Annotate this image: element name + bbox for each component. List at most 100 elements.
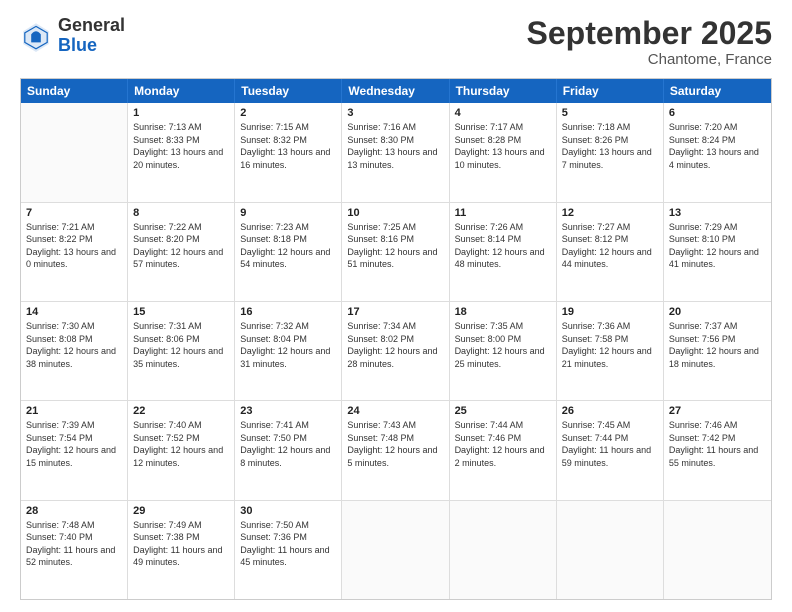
day-cell: 11 Sunrise: 7:26 AMSunset: 8:14 PMDayligh… xyxy=(450,203,557,301)
empty-cell xyxy=(21,103,128,201)
day-cell: 28 Sunrise: 7:48 AMSunset: 7:40 PMDayligh… xyxy=(21,501,128,599)
weekday-header: Saturday xyxy=(664,79,771,103)
day-number: 7 xyxy=(26,207,122,219)
day-cell: 3 Sunrise: 7:16 AMSunset: 8:30 PMDaylight… xyxy=(342,103,449,201)
day-cell: 8 Sunrise: 7:22 AMSunset: 8:20 PMDaylight… xyxy=(128,203,235,301)
day-number: 9 xyxy=(240,207,336,219)
day-number: 11 xyxy=(455,207,551,219)
day-number: 12 xyxy=(562,207,658,219)
day-number: 21 xyxy=(26,405,122,417)
day-cell: 10 Sunrise: 7:25 AMSunset: 8:16 PMDayligh… xyxy=(342,203,449,301)
day-cell: 7 Sunrise: 7:21 AMSunset: 8:22 PMDaylight… xyxy=(21,203,128,301)
day-info: Sunrise: 7:34 AMSunset: 8:02 PMDaylight:… xyxy=(347,320,443,370)
day-cell: 24 Sunrise: 7:43 AMSunset: 7:48 PMDayligh… xyxy=(342,401,449,499)
main-title: September 2025 xyxy=(527,16,772,51)
day-number: 2 xyxy=(240,107,336,119)
day-info: Sunrise: 7:43 AMSunset: 7:48 PMDaylight:… xyxy=(347,419,443,469)
weekday-header: Tuesday xyxy=(235,79,342,103)
day-info: Sunrise: 7:13 AMSunset: 8:33 PMDaylight:… xyxy=(133,121,229,171)
calendar-row: 28 Sunrise: 7:48 AMSunset: 7:40 PMDayligh… xyxy=(21,501,771,599)
empty-cell xyxy=(557,501,664,599)
page: General Blue September 2025 Chantome, Fr… xyxy=(0,0,792,612)
day-info: Sunrise: 7:25 AMSunset: 8:16 PMDaylight:… xyxy=(347,221,443,271)
calendar-row: 1 Sunrise: 7:13 AMSunset: 8:33 PMDaylight… xyxy=(21,103,771,202)
day-number: 24 xyxy=(347,405,443,417)
day-cell: 5 Sunrise: 7:18 AMSunset: 8:26 PMDaylight… xyxy=(557,103,664,201)
day-number: 5 xyxy=(562,107,658,119)
calendar-row: 7 Sunrise: 7:21 AMSunset: 8:22 PMDaylight… xyxy=(21,203,771,302)
day-number: 20 xyxy=(669,306,766,318)
day-cell: 4Sunrise: 7:17 AMSunset: 8:28 PMDaylight… xyxy=(450,103,557,201)
day-info: Sunrise: 7:39 AMSunset: 7:54 PMDaylight:… xyxy=(26,419,122,469)
logo-blue: Blue xyxy=(58,35,97,55)
day-info: Sunrise: 7:49 AMSunset: 7:38 PMDaylight:… xyxy=(133,519,229,569)
day-cell: 13 Sunrise: 7:29 AMSunset: 8:10 PMDayligh… xyxy=(664,203,771,301)
day-number: 16 xyxy=(240,306,336,318)
day-number: 28 xyxy=(26,505,122,517)
day-cell: 21 Sunrise: 7:39 AMSunset: 7:54 PMDayligh… xyxy=(21,401,128,499)
day-info: Sunrise: 7:22 AMSunset: 8:20 PMDaylight:… xyxy=(133,221,229,271)
day-info: Sunrise: 7:32 AMSunset: 8:04 PMDaylight:… xyxy=(240,320,336,370)
calendar: SundayMondayTuesdayWednesdayThursdayFrid… xyxy=(20,78,772,600)
day-info: Sunrise: 7:48 AMSunset: 7:40 PMDaylight:… xyxy=(26,519,122,569)
day-info: Sunrise: 7:18 AMSunset: 8:26 PMDaylight:… xyxy=(562,121,658,171)
logo-icon xyxy=(20,20,52,52)
day-number: 6 xyxy=(669,107,766,119)
day-info: Sunrise: 7:30 AMSunset: 8:08 PMDaylight:… xyxy=(26,320,122,370)
subtitle: Chantome, France xyxy=(527,51,772,68)
empty-cell xyxy=(664,501,771,599)
day-info: Sunrise: 7:31 AMSunset: 8:06 PMDaylight:… xyxy=(133,320,229,370)
day-number: 18 xyxy=(455,306,551,318)
day-number: 15 xyxy=(133,306,229,318)
day-number: 19 xyxy=(562,306,658,318)
day-number: 8 xyxy=(133,207,229,219)
day-cell: 18Sunrise: 7:35 AMSunset: 8:00 PMDayligh… xyxy=(450,302,557,400)
day-info: Sunrise: 7:27 AMSunset: 8:12 PMDaylight:… xyxy=(562,221,658,271)
day-info: Sunrise: 7:16 AMSunset: 8:30 PMDaylight:… xyxy=(347,121,443,171)
weekday-header: Wednesday xyxy=(342,79,449,103)
day-number: 26 xyxy=(562,405,658,417)
day-number: 1 xyxy=(133,107,229,119)
logo-general: General xyxy=(58,15,125,35)
day-number: 25 xyxy=(455,405,551,417)
day-info: Sunrise: 7:15 AMSunset: 8:32 PMDaylight:… xyxy=(240,121,336,171)
weekday-header: Friday xyxy=(557,79,664,103)
weekday-header: Thursday xyxy=(450,79,557,103)
day-info: Sunrise: 7:26 AMSunset: 8:14 PMDaylight:… xyxy=(455,221,551,271)
day-cell: 20 Sunrise: 7:37 AMSunset: 7:56 PMDayligh… xyxy=(664,302,771,400)
day-number: 17 xyxy=(347,306,443,318)
day-info: Sunrise: 7:44 AMSunset: 7:46 PMDaylight:… xyxy=(455,419,551,469)
day-info: Sunrise: 7:20 AMSunset: 8:24 PMDaylight:… xyxy=(669,121,766,171)
day-number: 22 xyxy=(133,405,229,417)
day-info: Sunrise: 7:36 AMSunset: 7:58 PMDaylight:… xyxy=(562,320,658,370)
day-number: 27 xyxy=(669,405,766,417)
logo: General Blue xyxy=(20,16,125,56)
weekday-header: Sunday xyxy=(21,79,128,103)
logo-text: General Blue xyxy=(58,16,125,56)
day-cell: 27 Sunrise: 7:46 AMSunset: 7:42 PMDayligh… xyxy=(664,401,771,499)
day-info: Sunrise: 7:46 AMSunset: 7:42 PMDaylight:… xyxy=(669,419,766,469)
calendar-row: 14Sunrise: 7:30 AMSunset: 8:08 PMDayligh… xyxy=(21,302,771,401)
day-cell: 25 Sunrise: 7:44 AMSunset: 7:46 PMDayligh… xyxy=(450,401,557,499)
day-number: 13 xyxy=(669,207,766,219)
day-number: 3 xyxy=(347,107,443,119)
day-cell: 6 Sunrise: 7:20 AMSunset: 8:24 PMDaylight… xyxy=(664,103,771,201)
day-cell: 29Sunrise: 7:49 AMSunset: 7:38 PMDayligh… xyxy=(128,501,235,599)
day-cell: 17 Sunrise: 7:34 AMSunset: 8:02 PMDayligh… xyxy=(342,302,449,400)
day-number: 30 xyxy=(240,505,336,517)
day-cell: 12 Sunrise: 7:27 AMSunset: 8:12 PMDayligh… xyxy=(557,203,664,301)
day-cell: 22 Sunrise: 7:40 AMSunset: 7:52 PMDayligh… xyxy=(128,401,235,499)
day-cell: 23Sunrise: 7:41 AMSunset: 7:50 PMDayligh… xyxy=(235,401,342,499)
day-info: Sunrise: 7:41 AMSunset: 7:50 PMDaylight:… xyxy=(240,419,336,469)
day-info: Sunrise: 7:37 AMSunset: 7:56 PMDaylight:… xyxy=(669,320,766,370)
day-info: Sunrise: 7:21 AMSunset: 8:22 PMDaylight:… xyxy=(26,221,122,271)
day-number: 10 xyxy=(347,207,443,219)
day-info: Sunrise: 7:45 AMSunset: 7:44 PMDaylight:… xyxy=(562,419,658,469)
day-info: Sunrise: 7:29 AMSunset: 8:10 PMDaylight:… xyxy=(669,221,766,271)
calendar-row: 21 Sunrise: 7:39 AMSunset: 7:54 PMDayligh… xyxy=(21,401,771,500)
day-info: Sunrise: 7:40 AMSunset: 7:52 PMDaylight:… xyxy=(133,419,229,469)
day-info: Sunrise: 7:23 AMSunset: 8:18 PMDaylight:… xyxy=(240,221,336,271)
day-cell: 9 Sunrise: 7:23 AMSunset: 8:18 PMDaylight… xyxy=(235,203,342,301)
day-info: Sunrise: 7:17 AMSunset: 8:28 PMDaylight:… xyxy=(455,121,551,171)
day-cell: 30Sunrise: 7:50 AMSunset: 7:36 PMDayligh… xyxy=(235,501,342,599)
